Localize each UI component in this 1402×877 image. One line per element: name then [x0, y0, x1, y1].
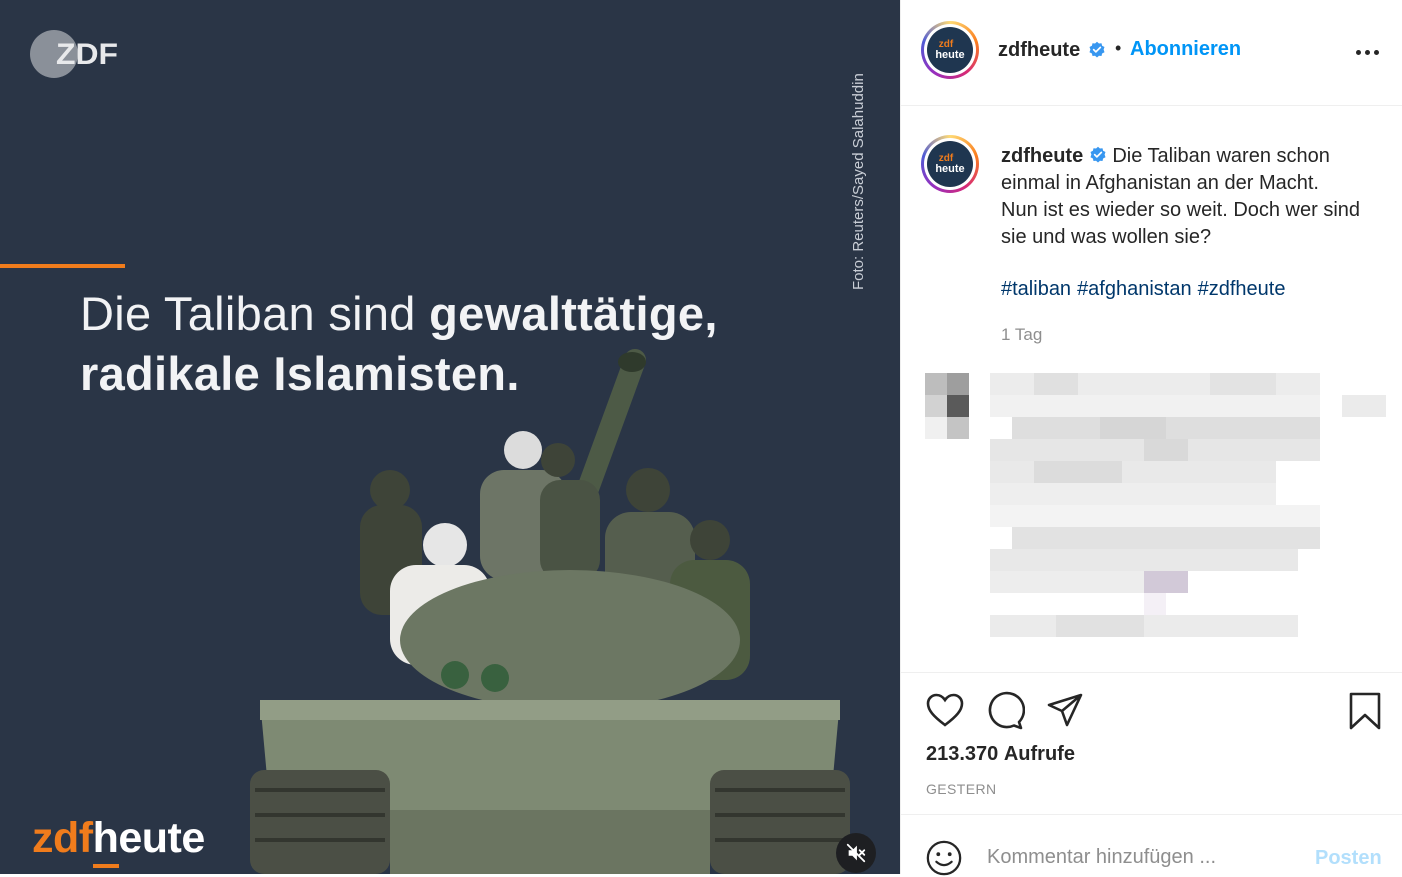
comment-bar: Posten	[901, 814, 1402, 877]
zdfheute-brand-mark: zdfheute	[32, 814, 205, 863]
hashtag-link[interactable]: #taliban	[1001, 278, 1071, 300]
view-count[interactable]: 213.370 Aufrufe	[926, 743, 1075, 766]
avatar-ring: zdf heute	[924, 138, 976, 190]
profile-avatar[interactable]: zdf heute	[921, 21, 979, 79]
post-actions: 213.370 Aufrufe GESTERN	[901, 672, 1402, 815]
heart-icon[interactable]	[925, 691, 965, 731]
post-date[interactable]: GESTERN	[926, 781, 996, 797]
post-caption: zdfheute Die Taliban waren schon einmal …	[1001, 143, 1361, 251]
post-comment-button[interactable]: Posten	[1315, 847, 1382, 870]
zdf-logo-text: ZDF	[56, 38, 118, 71]
post-header: zdf heute zdfheute • Abonnieren	[901, 0, 1402, 106]
orange-rule	[0, 264, 125, 268]
hashtag-list: #taliban #afghanistan #zdfheute	[1001, 278, 1291, 301]
headline-regular: Die Taliban sind	[80, 287, 430, 340]
zdf-logo: ZDF	[30, 30, 118, 78]
caption-username[interactable]: zdfheute	[1001, 145, 1083, 167]
instagram-post: ZDF Foto: Reuters/Sayed Salahuddin Die T…	[0, 0, 1402, 877]
caption-timestamp[interactable]: 1 Tag	[1001, 325, 1042, 345]
post-media[interactable]: ZDF Foto: Reuters/Sayed Salahuddin Die T…	[0, 0, 900, 874]
comment-input[interactable]	[985, 845, 1289, 870]
avatar-logo: zdf heute	[927, 27, 973, 73]
verified-badge-icon	[1090, 146, 1106, 163]
view-count-label: Aufrufe	[1003, 743, 1075, 765]
hashtag-link[interactable]: #afghanistan	[1077, 278, 1192, 300]
more-dot	[1374, 49, 1379, 55]
separator-dot: •	[1115, 38, 1122, 58]
brand-heute: heute	[92, 814, 206, 862]
follow-button[interactable]: Abonnieren	[1130, 38, 1241, 61]
avatar-logo-heute: heute	[935, 49, 965, 61]
post-side-panel: zdf heute zdfheute • Abonnieren zdf heut…	[900, 0, 1402, 877]
headline-bold-1: gewalttätige,	[429, 287, 718, 340]
avatar-ring: zdf heute	[924, 24, 976, 76]
bookmark-icon[interactable]	[1345, 691, 1385, 731]
emoji-icon[interactable]	[925, 839, 963, 877]
censored-comment-text	[990, 373, 1386, 637]
mute-button[interactable]	[836, 833, 876, 873]
more-options-button[interactable]	[1356, 44, 1380, 60]
username-link[interactable]: zdfheute	[998, 39, 1080, 62]
photo-credit: Foto: Reuters/Sayed Salahuddin	[850, 73, 867, 290]
verified-badge-icon	[1089, 41, 1105, 58]
share-icon[interactable]	[1045, 691, 1085, 731]
view-count-number: 213.370	[926, 743, 999, 765]
avatar-logo: zdf heute	[927, 141, 973, 187]
caption-avatar[interactable]: zdf heute	[921, 135, 979, 193]
comment-icon[interactable]	[985, 691, 1025, 731]
censored-comment-avatar	[925, 373, 969, 439]
more-dot	[1365, 49, 1370, 55]
avatar-logo-heute: heute	[935, 163, 965, 175]
tank-photo	[250, 349, 850, 874]
brand-zdf: zdf	[32, 814, 93, 862]
more-horizontal-icon	[1356, 49, 1361, 55]
speaker-muted-icon	[846, 843, 866, 863]
hashtag-link[interactable]: #zdfheute	[1198, 278, 1286, 300]
